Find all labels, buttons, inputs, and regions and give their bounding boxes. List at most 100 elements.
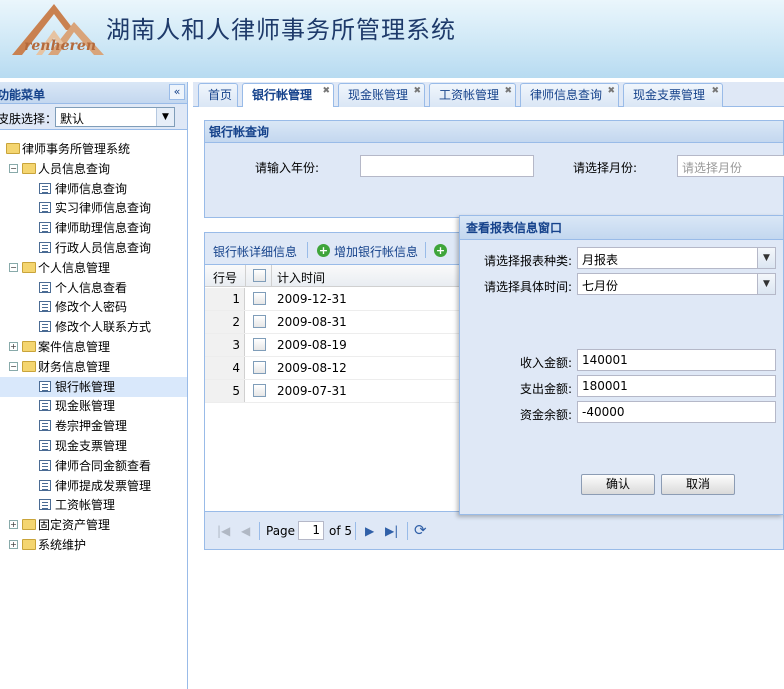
- tree-item[interactable]: 行政人员信息查询: [0, 238, 187, 258]
- expense-value: 180001: [582, 379, 628, 393]
- row-checkbox[interactable]: [253, 292, 266, 305]
- tree-label: 修改个人联系方式: [55, 320, 152, 335]
- document-icon: [39, 440, 51, 451]
- tree-item[interactable]: 修改个人联系方式: [0, 317, 187, 337]
- cancel-button[interactable]: 取消: [661, 474, 735, 495]
- expense-field[interactable]: 180001: [577, 375, 776, 397]
- tab-label: 律师信息查询: [530, 88, 603, 102]
- chevron-down-icon[interactable]: ▼: [757, 248, 775, 268]
- sidebar-title: 功能菜单: [0, 88, 46, 102]
- tree-folder[interactable]: − 财务信息管理: [0, 357, 187, 377]
- document-icon: [39, 499, 51, 511]
- row-number: 2: [205, 311, 245, 333]
- year-input[interactable]: [360, 155, 534, 177]
- tab-salary-account[interactable]: 工资帐管理 ✖: [429, 83, 516, 107]
- tab-label: 工资帐管理: [439, 88, 500, 102]
- entry-date: 2009-07-31: [277, 384, 347, 398]
- app-title: 湖南人和人律师事务所管理系统: [106, 16, 456, 44]
- income-value: 140001: [582, 353, 628, 367]
- toolbar-separator: [307, 242, 308, 258]
- tree-folder[interactable]: − 人员信息查询: [0, 159, 187, 179]
- chevron-down-icon[interactable]: ▼: [757, 274, 775, 294]
- tree-folder[interactable]: 律师事务所管理系统: [0, 139, 187, 159]
- tree-item[interactable]: 修改个人密码: [0, 297, 187, 317]
- entry-date: 2009-08-12: [277, 361, 347, 375]
- tree-item[interactable]: 律师助理信息查询: [0, 218, 187, 238]
- close-icon[interactable]: ✖: [711, 86, 719, 96]
- row-checkbox[interactable]: [253, 361, 266, 374]
- skin-value: 默认: [60, 112, 85, 126]
- tree-item[interactable]: 工资帐管理: [0, 495, 187, 515]
- document-icon: [39, 321, 51, 333]
- grid-title: 银行帐详细信息: [213, 245, 298, 259]
- row-checkbox[interactable]: [253, 384, 266, 397]
- tree-label: 个人信息查看: [55, 280, 128, 295]
- last-page-icon[interactable]: ▶|: [385, 524, 398, 538]
- logo-text: renheren: [24, 38, 97, 54]
- balance-value: -40000: [582, 405, 625, 419]
- tree-folder[interactable]: + 系统维护: [0, 535, 187, 555]
- report-time-select[interactable]: 七月份 ▼: [577, 273, 776, 295]
- app-header: renheren 湖南人和人律师事务所管理系统: [0, 0, 784, 78]
- close-icon[interactable]: ✖: [607, 86, 615, 96]
- report-type-select[interactable]: 月报表 ▼: [577, 247, 776, 269]
- tab-bank-account[interactable]: 银行帐管理 ✖: [242, 83, 334, 108]
- tree-item[interactable]: 现金支票管理: [0, 436, 187, 456]
- skin-select[interactable]: 默认 ▼: [55, 107, 175, 127]
- expand-toggle-icon[interactable]: +: [9, 540, 18, 549]
- tree-folder[interactable]: + 案件信息管理: [0, 337, 187, 357]
- tree-item[interactable]: 实习律师信息查询: [0, 198, 187, 218]
- tree-item[interactable]: 银行帐管理: [0, 376, 187, 397]
- confirm-button[interactable]: 确认: [581, 474, 655, 495]
- tree-item[interactable]: 现金账管理: [0, 396, 187, 416]
- balance-field[interactable]: -40000: [577, 401, 776, 423]
- row-checkbox[interactable]: [253, 315, 266, 328]
- next-page-icon[interactable]: ▶: [365, 524, 374, 538]
- add-icon[interactable]: +: [434, 244, 447, 257]
- income-field[interactable]: 140001: [577, 349, 776, 371]
- close-icon[interactable]: ✖: [322, 86, 330, 96]
- expand-toggle-icon[interactable]: +: [9, 342, 18, 351]
- tab-cash-account[interactable]: 现金账管理 ✖: [338, 83, 425, 107]
- expand-toggle-icon[interactable]: +: [9, 520, 18, 530]
- tab-bar: 首页 银行帐管理 ✖ 现金账管理 ✖ 工资帐管理 ✖ 律师信息查询 ✖ 现金支票管理 ✖: [193, 82, 784, 108]
- row-checkbox[interactable]: [253, 338, 266, 351]
- month-select[interactable]: 请选择月份: [677, 155, 784, 177]
- tree-item[interactable]: 律师信息查询: [0, 179, 187, 199]
- chevron-down-icon[interactable]: ▼: [156, 108, 174, 126]
- tree-folder[interactable]: + 固定资产管理: [0, 515, 187, 535]
- tab-lawyer-query[interactable]: 律师信息查询 ✖: [520, 83, 619, 107]
- add-label: 增加银行帐信息: [334, 245, 419, 259]
- close-icon[interactable]: ✖: [504, 86, 512, 96]
- tree-label: 律师信息查询: [55, 181, 128, 196]
- tab-label: 现金支票管理: [633, 88, 706, 102]
- skin-selector-row: 皮肤选择： 默认 ▼: [0, 104, 187, 130]
- collapse-icon[interactable]: «: [169, 84, 185, 100]
- row-number: 5: [205, 380, 245, 402]
- tree-item[interactable]: 律师合同金额查看: [0, 456, 187, 476]
- tab-home[interactable]: 首页: [198, 83, 238, 107]
- tree-item[interactable]: 个人信息查看: [0, 278, 187, 298]
- tab-label: 银行帐管理: [252, 88, 313, 102]
- refresh-icon[interactable]: ⟳: [414, 521, 427, 539]
- close-icon[interactable]: ✖: [413, 86, 421, 96]
- tree-item[interactable]: 卷宗押金管理: [0, 416, 187, 436]
- page-label: Page: [266, 524, 296, 538]
- tab-label: 首页: [208, 88, 233, 102]
- select-all-checkbox[interactable]: [253, 269, 266, 282]
- tree-item[interactable]: 律师提成发票管理: [0, 476, 187, 496]
- tree-label: 修改个人密码: [55, 300, 128, 315]
- folder-icon: [6, 143, 20, 154]
- page-input[interactable]: 1: [298, 521, 324, 540]
- collapse-toggle-icon[interactable]: −: [9, 262, 18, 272]
- collapse-toggle-icon[interactable]: −: [9, 163, 18, 173]
- collapse-toggle-icon[interactable]: −: [9, 361, 18, 371]
- document-icon: [39, 380, 51, 392]
- tree-label: 银行帐管理: [55, 379, 116, 394]
- first-page-icon[interactable]: |◀: [217, 524, 230, 538]
- row-number: 4: [205, 357, 245, 379]
- tree-folder[interactable]: − 个人信息管理: [0, 258, 187, 278]
- prev-page-icon[interactable]: ◀: [241, 524, 250, 538]
- tab-cash-check[interactable]: 现金支票管理 ✖: [623, 83, 723, 107]
- folder-icon: [22, 341, 36, 352]
